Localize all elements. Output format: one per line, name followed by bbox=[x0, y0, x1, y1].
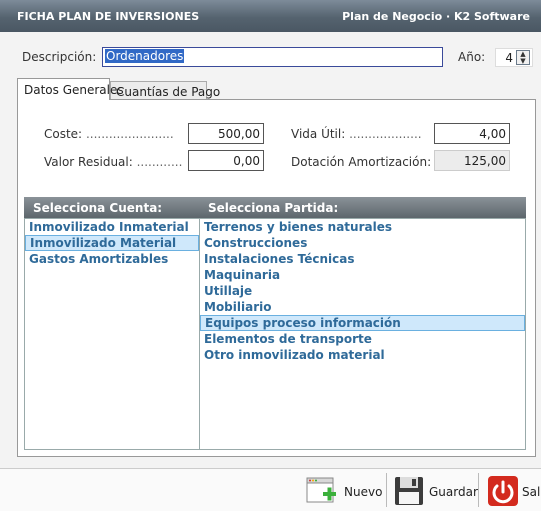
descripcion-value: Ordenadores bbox=[105, 49, 185, 63]
partida-header: Selecciona Partida: bbox=[208, 201, 339, 215]
salir-label: Salir bbox=[522, 485, 541, 499]
nuevo-label: Nuevo bbox=[344, 485, 383, 499]
cuentas-list[interactable]: Inmovilizado Inmaterial Inmovilizado Mate… bbox=[24, 218, 200, 450]
coste-label-text: Coste: bbox=[44, 127, 83, 141]
descripcion-input[interactable]: Ordenadores bbox=[102, 47, 443, 67]
tab-datos-generales[interactable]: Datos Generales bbox=[17, 78, 124, 100]
partida-item[interactable]: Elementos de transporte bbox=[200, 331, 525, 347]
window-title: FICHA PLAN DE INVERSIONES bbox=[17, 10, 200, 23]
vida-util-input[interactable]: 4,00 bbox=[434, 123, 510, 144]
save-disk-icon bbox=[395, 477, 423, 505]
anio-label: Año: bbox=[458, 50, 486, 64]
spin-buttons[interactable]: ▲ ▼ bbox=[516, 50, 530, 65]
partida-item[interactable]: Construcciones bbox=[200, 235, 525, 251]
cuenta-item[interactable]: Inmovilizado Inmaterial bbox=[25, 219, 199, 235]
dotacion-value: 125,00 bbox=[434, 150, 510, 171]
divider bbox=[386, 473, 387, 507]
cuenta-header: Selecciona Cuenta: bbox=[33, 201, 163, 215]
coste-input[interactable]: 500,00 bbox=[188, 123, 264, 144]
nuevo-button[interactable]: Nuevo bbox=[304, 474, 382, 508]
descripcion-label: Descripción: bbox=[22, 50, 97, 64]
partida-item[interactable]: Instalaciones Técnicas bbox=[200, 251, 525, 267]
partidas-list[interactable]: Terrenos y bienes naturales Construccione… bbox=[199, 218, 526, 450]
valor-residual-label: Valor Residual: ............ bbox=[44, 155, 182, 169]
partida-item[interactable]: Terrenos y bienes naturales bbox=[200, 219, 525, 235]
valor-residual-label-text: Valor Residual: bbox=[44, 155, 133, 169]
guardar-label: Guardar bbox=[429, 485, 478, 499]
vida-util-dots: ................... bbox=[349, 127, 422, 141]
valor-residual-dots: ............ bbox=[136, 155, 183, 169]
app-name: Plan de Negocio · K2 Software bbox=[342, 10, 530, 23]
valor-residual-input[interactable]: 0,00 bbox=[188, 150, 264, 171]
grid-header: Selecciona Cuenta: Selecciona Partida: bbox=[24, 197, 526, 218]
guardar-button[interactable]: Guardar bbox=[392, 474, 478, 508]
tab-cuantias-pago[interactable]: Cuantías de Pago bbox=[110, 81, 220, 100]
partida-item[interactable]: Otro inmovilizado material bbox=[200, 347, 525, 363]
coste-label: Coste: ....................... bbox=[44, 127, 174, 141]
new-document-icon bbox=[306, 477, 336, 503]
coste-dots: ....................... bbox=[85, 127, 174, 141]
cuenta-item[interactable]: Inmovilizado Material bbox=[25, 235, 199, 251]
anio-stepper[interactable]: 4 ▲ ▼ bbox=[495, 48, 533, 67]
anio-value: 4 bbox=[505, 51, 513, 65]
footer-toolbar: Nuevo Guardar Salir bbox=[0, 468, 541, 511]
cuenta-item[interactable]: Gastos Amortizables bbox=[25, 251, 199, 267]
spin-down-icon[interactable]: ▼ bbox=[517, 58, 529, 65]
divider bbox=[478, 473, 479, 507]
title-bar: FICHA PLAN DE INVERSIONES Plan de Negoci… bbox=[0, 0, 541, 32]
partida-item[interactable]: Maquinaria bbox=[200, 267, 525, 283]
dotacion-label: Dotación Amortización: bbox=[291, 155, 432, 169]
partida-item[interactable]: Utillaje bbox=[200, 283, 525, 299]
partida-item[interactable]: Mobiliario bbox=[200, 299, 525, 315]
vida-util-label: Vida Útil: ................... bbox=[291, 127, 422, 141]
vida-util-label-text: Vida Útil: bbox=[291, 127, 346, 141]
partida-item[interactable]: Equipos proceso información bbox=[200, 315, 525, 331]
power-icon bbox=[488, 476, 518, 506]
salir-button[interactable]: Salir bbox=[486, 474, 541, 508]
